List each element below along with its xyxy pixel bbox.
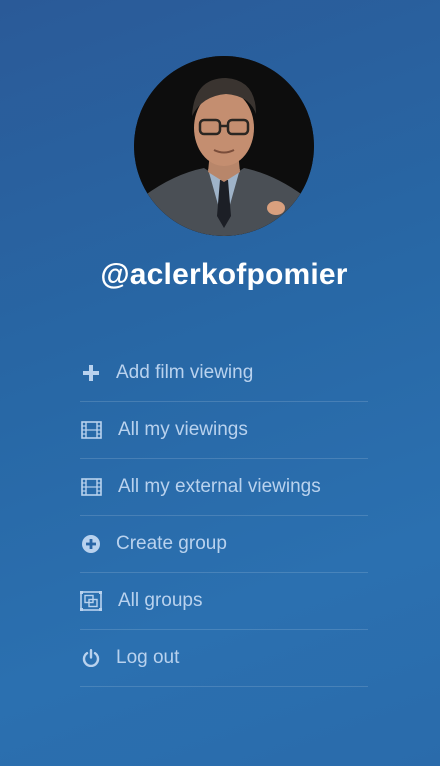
power-icon (80, 647, 102, 669)
username: @aclerkofpomier (100, 258, 348, 291)
side-menu-panel: @aclerkofpomier Add film viewing All my … (0, 0, 440, 766)
menu-item-label: Create group (116, 533, 227, 554)
plus-icon (80, 362, 102, 384)
main-menu: Add film viewing All my viewings All my … (80, 345, 368, 687)
plus-circle-icon (80, 533, 102, 555)
menu-item-label: All groups (118, 590, 203, 611)
menu-item-all-groups[interactable]: All groups (80, 573, 368, 630)
menu-item-label: All my viewings (118, 419, 248, 440)
avatar-photo (134, 56, 314, 236)
menu-item-all-my-viewings[interactable]: All my viewings (80, 402, 368, 459)
menu-item-add-film-viewing[interactable]: Add film viewing (80, 345, 368, 402)
menu-item-log-out[interactable]: Log out (80, 630, 368, 687)
menu-item-create-group[interactable]: Create group (80, 516, 368, 573)
avatar[interactable] (134, 56, 314, 236)
menu-item-all-my-external-viewings[interactable]: All my external viewings (80, 459, 368, 516)
group-icon (80, 590, 102, 612)
film-icon (80, 476, 102, 498)
menu-item-label: Add film viewing (116, 362, 254, 383)
film-icon (80, 419, 102, 441)
menu-item-label: All my external viewings (118, 476, 321, 497)
menu-item-label: Log out (116, 647, 180, 668)
